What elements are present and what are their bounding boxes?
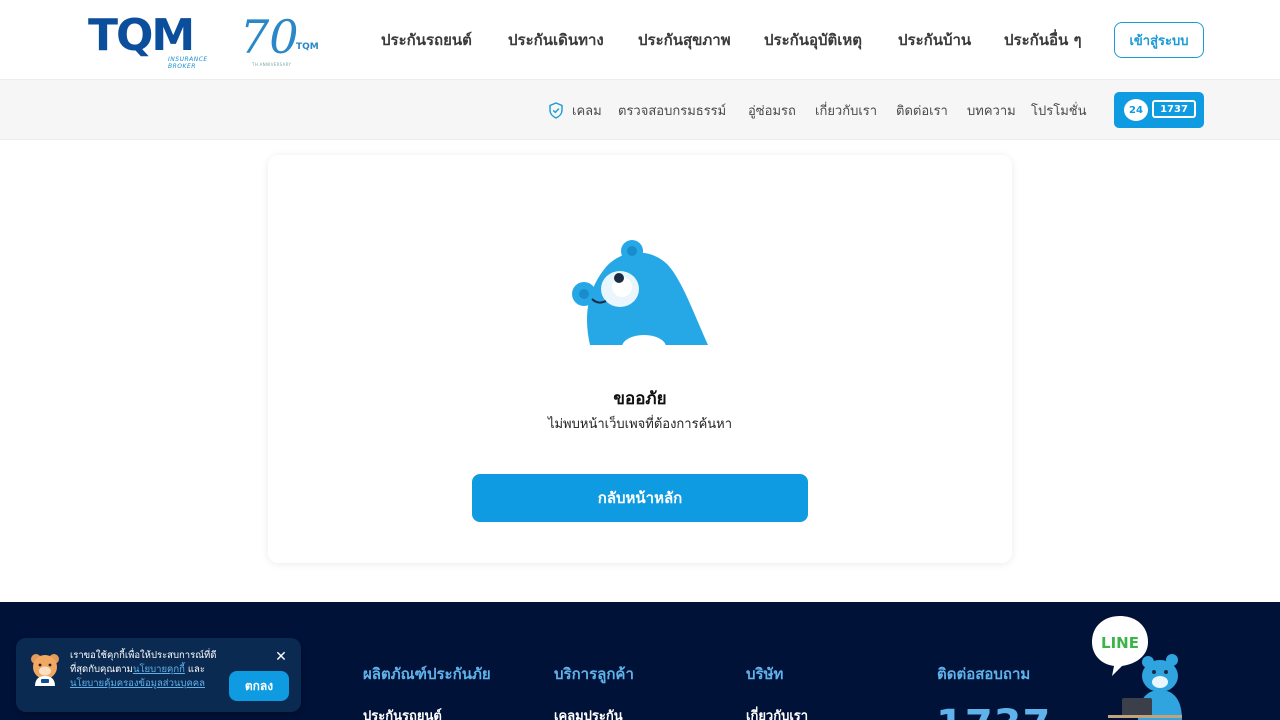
nav-car-insurance[interactable]: ประกันรถยนต์ [381,28,472,52]
footer-link-car-insurance[interactable]: ประกันรถยนต์ [363,705,491,720]
footer-heading-company: บริษัท [746,665,784,683]
hotline-button[interactable]: 24 1737 [1114,92,1204,128]
line-label: LINE [1101,634,1139,652]
footer-col-products: ผลิตภัณฑ์ประกันภัย ประกันรถยนต์ [363,662,491,720]
footer-heading-services: บริการลูกค้า [554,665,634,683]
footer-col-contact: ติดต่อสอบถาม [937,662,1030,686]
bear-mascot-image [570,239,710,345]
cookie-consent-banner: เราขอใช้คุกกี้เพื่อให้ประสบการณ์ที่ดีที่… [16,638,301,712]
sub-nav-articles[interactable]: บทความ [967,100,1016,120]
error-message: ไม่พบหน้าเว็บเพจที่ต้องการค้นหา [547,417,733,432]
anniversary-number: 70 [240,10,299,64]
nav-health-insurance[interactable]: ประกันสุขภาพ [638,28,731,52]
sub-nav-check-policy[interactable]: ตรวจสอบกรมธรรม์ [618,100,726,120]
sub-nav-promotion[interactable]: โปรโมชั่น [1031,100,1086,120]
logo-text: TQM [88,10,195,61]
footer-heading-contact: ติดต่อสอบถาม [937,665,1031,683]
footer-link-claim[interactable]: เคลมประกัน [554,705,634,720]
back-to-home-button[interactable]: กลับหน้าหลัก [472,474,808,522]
sub-nav-contact[interactable]: ติดต่อเรา [896,100,948,120]
logo-subtext: INSURANCE BROKER [168,56,208,70]
sub-nav-about[interactable]: เกี่ยวกับเรา [815,100,877,120]
tqm-logo[interactable]: TQM INSURANCE BROKER [88,10,230,71]
privacy-policy-link[interactable]: นโยบายคุ้มครองข้อมูลส่วนบุคคล [70,678,205,689]
anniversary-subtext: TH ANNIVERSARY [252,62,292,67]
line-mascot-icon[interactable]: LINE [1088,612,1188,720]
footer-col-company: บริษัท เกี่ยวกับเรา [746,662,808,720]
footer-heading-products: ผลิตภัณฑ์ประกันภัย [363,665,491,683]
sub-nav-claim[interactable]: เคลม [572,100,602,120]
nav-travel-insurance[interactable]: ประกันเดินทาง [508,28,604,52]
secondary-nav-bar: เคลม ตรวจสอบกรมธรรม์ อู่ซ่อมรถ เกี่ยวกับ… [0,80,1280,140]
not-found-card: ขออภัย ไม่พบหน้าเว็บเพจที่ต้องการค้นหา ก… [268,155,1012,563]
nav-other-insurance[interactable]: ประกันอื่น ๆ [1004,28,1082,52]
footer-col-services: บริการลูกค้า เคลมประกัน [554,662,634,720]
error-title: ขออภัย [613,389,667,409]
close-icon[interactable]: ✕ [274,650,288,664]
bear-avatar-icon [31,654,59,686]
cookie-message: เราขอใช้คุกกี้เพื่อให้ประสบการณ์ที่ดีที่… [70,649,230,691]
login-button[interactable]: เข้าสู่ระบบ [1114,22,1204,58]
cookie-policy-link[interactable]: นโยบายคุกกี้ [133,664,185,675]
cookie-text-2: และ [184,664,205,675]
hotline-number: 1737 [1152,100,1196,118]
anniversary-logo: 70 TQM TH ANNIVERSARY [240,12,320,68]
shield-check-icon [549,102,563,119]
sub-nav-garage[interactable]: อู่ซ่อมรถ [748,100,796,120]
nav-home-insurance[interactable]: ประกันบ้าน [898,28,971,52]
cookie-accept-button[interactable]: ตกลง [229,671,289,701]
anniversary-brand: TQM [296,42,319,52]
hotline-24-badge: 24 [1124,99,1148,121]
nav-accident-insurance[interactable]: ประกันอุบัติเหตุ [764,28,862,52]
top-header: TQM INSURANCE BROKER 70 TQM TH ANNIVERSA… [0,0,1280,80]
footer-phone-number[interactable]: 1737 [936,702,1051,720]
footer-link-about[interactable]: เกี่ยวกับเรา [746,705,808,720]
